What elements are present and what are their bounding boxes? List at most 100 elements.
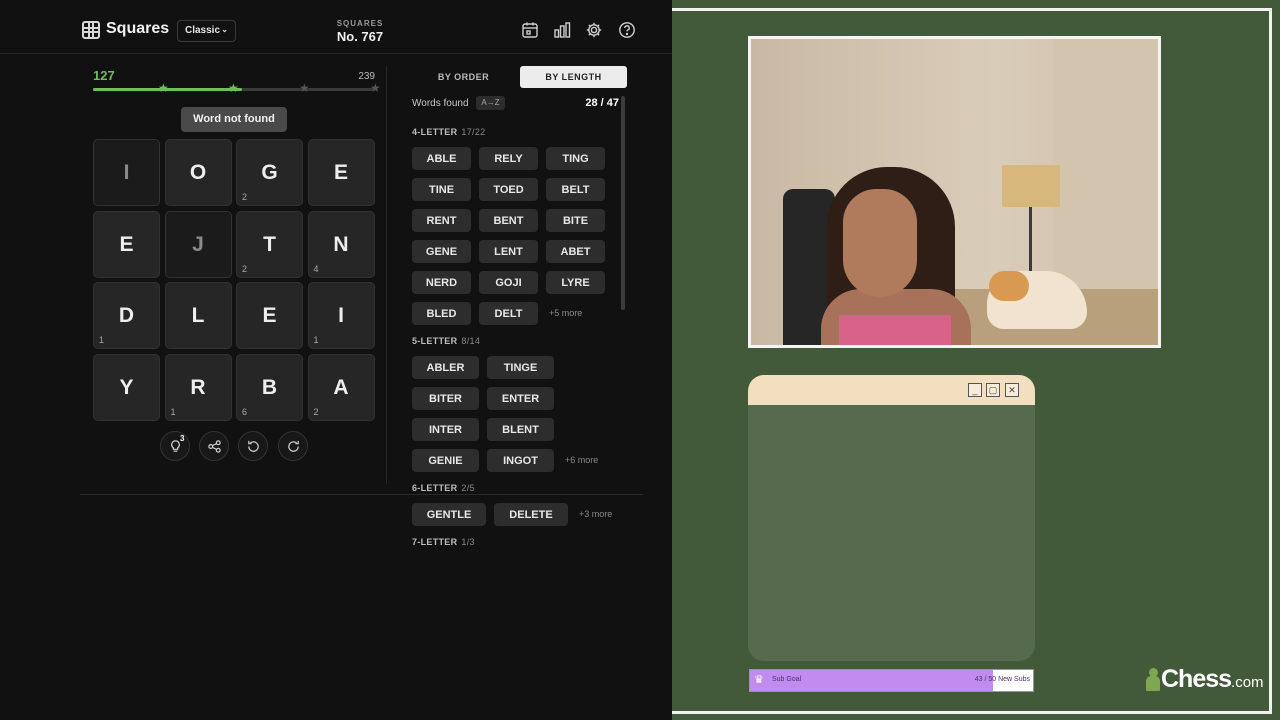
found-word-chip[interactable]: BELT: [546, 178, 605, 201]
overlay-window: _ ▢ ✕: [748, 375, 1035, 661]
letter-tile[interactable]: E: [93, 210, 160, 278]
tile-count: 1: [99, 335, 105, 345]
bottom-divider: [80, 494, 643, 495]
found-word-chip[interactable]: RELY: [479, 147, 538, 170]
overlay-frame-right: [1269, 8, 1272, 714]
found-word-chip[interactable]: DELT: [479, 302, 538, 325]
found-word-chip[interactable]: RENT: [412, 209, 471, 232]
overlay-frame-top: [672, 8, 1272, 11]
found-word-chip[interactable]: BITE: [546, 209, 605, 232]
found-word-chip[interactable]: TOED: [479, 178, 538, 201]
settings-icon[interactable]: [585, 21, 603, 39]
found-word-chip[interactable]: LENT: [479, 240, 538, 263]
letter-tile[interactable]: Y: [93, 353, 160, 421]
letter-tile[interactable]: R1: [164, 353, 232, 421]
found-word-chip[interactable]: ABET: [546, 240, 605, 263]
found-word-chip[interactable]: GENE: [412, 240, 471, 263]
more-words-link[interactable]: +5 more: [549, 308, 582, 318]
letter-tile[interactable]: L: [164, 282, 232, 349]
letter-tile[interactable]: I1: [307, 282, 375, 349]
found-word-chip[interactable]: ABLE: [412, 147, 471, 170]
found-word-chip[interactable]: INTER: [412, 418, 479, 441]
squares-logo-icon[interactable]: [82, 21, 100, 39]
overlay-frame-bottom: [672, 711, 1272, 714]
word-group-title: 4-LETTER: [412, 127, 458, 137]
tab-by-length[interactable]: BY LENGTH: [520, 66, 627, 88]
shuffle-button[interactable]: [238, 431, 268, 461]
close-icon: ✕: [1005, 383, 1019, 397]
tile-count: 4: [313, 263, 319, 274]
maximize-icon: ▢: [986, 383, 1000, 397]
found-word-chip[interactable]: TING: [546, 147, 605, 170]
found-word-chip[interactable]: GENIE: [412, 449, 479, 472]
found-word-chip[interactable]: GENTLE: [412, 503, 486, 526]
letter-tile[interactable]: J: [164, 210, 232, 278]
word-group-fraction: 2/5: [461, 483, 475, 493]
word-list-scrollbar[interactable]: [621, 96, 625, 310]
calendar-icon[interactable]: [521, 21, 539, 39]
rotate-button[interactable]: [278, 431, 308, 461]
sub-goal-icon: ♛: [754, 674, 764, 686]
found-word-chip[interactable]: TINGE: [487, 356, 554, 379]
rotate-left-icon: [248, 440, 259, 452]
found-word-chip[interactable]: BLED: [412, 302, 471, 325]
letter-tile[interactable]: A2: [307, 353, 375, 421]
found-word-chip[interactable]: DELETE: [494, 503, 568, 526]
more-words-link[interactable]: +6 more: [565, 455, 598, 465]
letter-tile[interactable]: E: [307, 139, 375, 206]
found-word-chip[interactable]: INGOT: [487, 449, 554, 472]
share-button[interactable]: [199, 431, 229, 461]
overlay-window-titlebar: _ ▢ ✕: [748, 375, 1035, 405]
webcam-streamer-face: [843, 189, 917, 297]
hint-button[interactable]: 3: [160, 431, 190, 461]
panel-divider: [386, 66, 387, 484]
letter-tile[interactable]: O: [164, 139, 232, 206]
tile-count: 2: [242, 263, 248, 274]
found-word-chip[interactable]: ENTER: [487, 387, 554, 410]
alpha-sort-toggle[interactable]: A→Z: [476, 96, 505, 110]
letter-tile[interactable]: D1: [93, 282, 160, 349]
tile-count: 1: [170, 406, 176, 417]
found-word-chip[interactable]: BENT: [479, 209, 538, 232]
letter-tile[interactable]: N4: [307, 210, 375, 278]
found-word-chip[interactable]: BLENT: [487, 418, 554, 441]
star-icon: ★: [299, 81, 310, 95]
tile-letter: E: [119, 232, 134, 256]
stats-icon[interactable]: [553, 21, 571, 39]
tile-letter: J: [192, 232, 204, 256]
letter-tile[interactable]: T2: [236, 210, 303, 278]
words-found-count: 28 / 47: [585, 97, 619, 109]
letter-tile[interactable]: I: [93, 139, 160, 206]
puzzle-label: SQUARES: [336, 19, 384, 28]
star-icon: ★: [158, 81, 169, 95]
tile-letter: I: [338, 304, 344, 327]
squares-game-panel: Squares Classic ⌄ SQUARES No. 767 127 2 3…: [0, 0, 672, 720]
tile-letter: D: [118, 304, 135, 327]
tile-letter: O: [189, 161, 207, 184]
sub-goal-bar: ♛ Sub Goal 43 / 50 New Subs: [749, 669, 1034, 692]
tab-by-order[interactable]: BY ORDER: [410, 66, 517, 88]
found-word-chip[interactable]: NERD: [412, 271, 471, 294]
more-words-link[interactable]: +3 more: [579, 509, 612, 519]
found-word-chip[interactable]: LYRE: [546, 271, 605, 294]
letter-tile[interactable]: E: [236, 282, 303, 349]
help-icon[interactable]: [618, 21, 636, 39]
word-group-fraction: 17/22: [461, 127, 486, 137]
score-progress-bar: ★ ★ ★ ★: [93, 82, 381, 94]
word-group-header: 7-LETTER 1/3: [412, 537, 475, 547]
word-group-fraction: 1/3: [461, 537, 475, 547]
letter-tile[interactable]: B6: [236, 353, 303, 421]
brand-domain: .com: [1231, 674, 1264, 691]
app-title[interactable]: Squares: [106, 20, 169, 38]
found-word-chip[interactable]: TINE: [412, 178, 471, 201]
pawn-icon: [1146, 666, 1160, 692]
words-found-label: Words found: [412, 98, 469, 109]
letter-tile[interactable]: G2: [236, 139, 303, 206]
found-word-chip[interactable]: GOJI: [479, 271, 538, 294]
found-word-chip[interactable]: BITER: [412, 387, 479, 410]
toast-message: Word not found: [181, 107, 287, 132]
share-icon: [208, 440, 221, 453]
found-word-chip[interactable]: ABLER: [412, 356, 479, 379]
tile-letter: I: [123, 161, 130, 184]
mode-dropdown[interactable]: Classic ⌄: [177, 20, 236, 42]
